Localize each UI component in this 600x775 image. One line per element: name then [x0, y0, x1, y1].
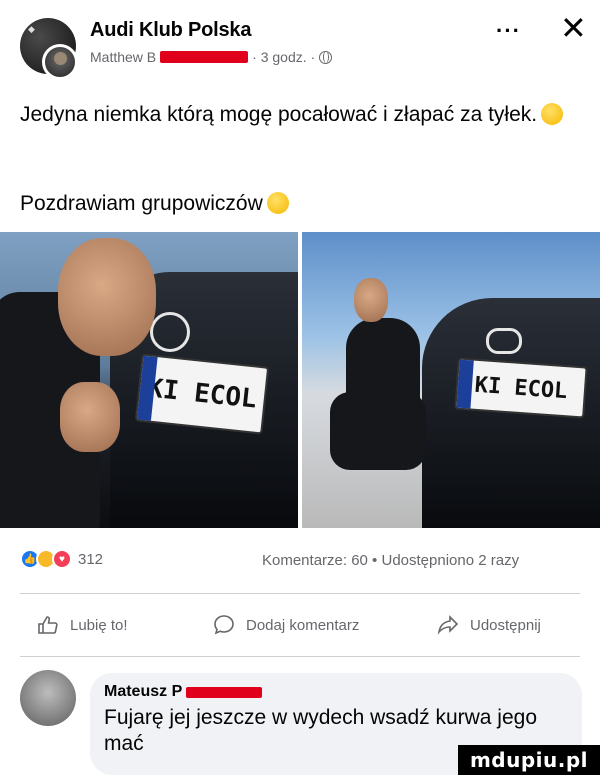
post-header: ◆ Audi Klub Polska Matthew B · 3 godz. ·… [0, 0, 600, 90]
audi-rings-icon [150, 312, 190, 352]
comment-author[interactable]: Mateusz P [104, 683, 568, 701]
comment-button[interactable]: Dodaj komentarz [212, 613, 359, 637]
author-name[interactable]: Matthew B [90, 49, 156, 65]
post-actions: Lubię to! Dodaj komentarz Udostępnij [0, 607, 600, 647]
watermark-logo: mdupiu.pl [458, 745, 600, 775]
comments-shares-count[interactable]: Komentarze: 60 • Udostępniono 2 razy [262, 552, 519, 569]
reaction-count: 312 [78, 550, 104, 568]
post-photo-right[interactable]: KI ECOL [302, 232, 600, 528]
person-arm [60, 382, 120, 452]
like-button[interactable]: Lubię to! [36, 613, 128, 637]
person-head [354, 278, 388, 322]
redaction-bar [160, 51, 249, 63]
post-text-line2: Pozdrawiam grupowiczów [20, 192, 263, 215]
share-arrow-icon [437, 615, 459, 635]
license-plate: KI ECOL [454, 357, 588, 419]
comment-author-name: Mateusz P [104, 683, 183, 700]
person-head [58, 238, 156, 356]
share-button[interactable]: Udostępnij [436, 613, 541, 637]
like-button-label: Lubię to! [70, 616, 128, 634]
commenter-avatar[interactable] [20, 670, 76, 726]
group-name[interactable]: Audi Klub Polska [90, 19, 251, 42]
reactions-summary[interactable]: 👍 ♥ 312 [20, 549, 103, 569]
author-avatar[interactable] [42, 44, 78, 80]
divider [20, 593, 580, 594]
close-button[interactable]: ✕ [560, 12, 587, 44]
license-plate-text: KI ECOL [145, 373, 259, 415]
post-photo-left[interactable]: KI ECOL [0, 232, 298, 528]
post-time[interactable]: · 3 godz. · [252, 49, 315, 65]
comment-button-label: Dodaj komentarz [246, 616, 360, 634]
share-button-label: Udostępnij [470, 616, 541, 634]
smiling-emoji-icon [266, 192, 289, 214]
divider [20, 656, 580, 657]
post-text-line1: Jedyna niemka którą mogę pocałować i zła… [20, 103, 538, 126]
eu-band [456, 359, 474, 409]
speech-bubble-icon [214, 615, 234, 635]
post-text: Jedyna niemka którą mogę pocałować i zła… [20, 100, 580, 130]
post-stats: 👍 ♥ 312 Komentarze: 60 • Udostępniono 2 … [0, 545, 600, 575]
globe-icon [319, 50, 333, 64]
thumbs-up-icon [38, 616, 58, 634]
license-plate: KI ECOL [134, 353, 270, 435]
redaction-bar [186, 686, 263, 698]
love-reaction-icon: ♥ [52, 549, 72, 569]
post-meta: Matthew B · 3 godz. · [90, 49, 333, 65]
license-plate-text: KI ECOL [473, 372, 569, 404]
post-text-greeting: Pozdrawiam grupowiczów [20, 192, 289, 216]
person-legs [330, 392, 426, 470]
more-options-button[interactable]: ··· [496, 18, 521, 44]
group-avatar-logo-icon: ◆ [28, 24, 35, 34]
grinning-sweat-emoji-icon [541, 103, 564, 125]
audi-rings-icon [486, 328, 522, 354]
